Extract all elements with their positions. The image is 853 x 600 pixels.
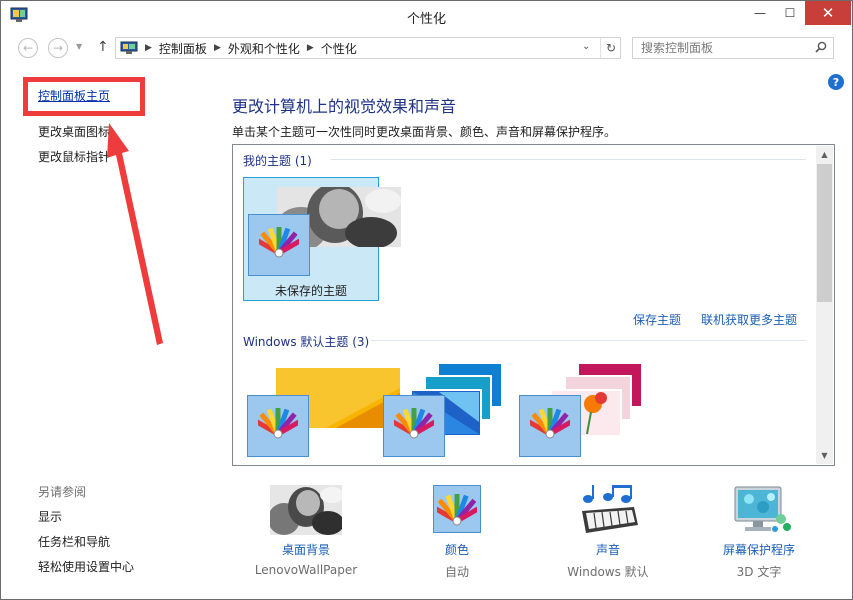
annotation-arrow <box>107 123 163 345</box>
personalization-window: 个性化 — ☐ ✕ ← → ▼ ↑ ▶ 控制面板 ▶ 外观和个性化 ▶ 个性化 … <box>0 0 853 600</box>
